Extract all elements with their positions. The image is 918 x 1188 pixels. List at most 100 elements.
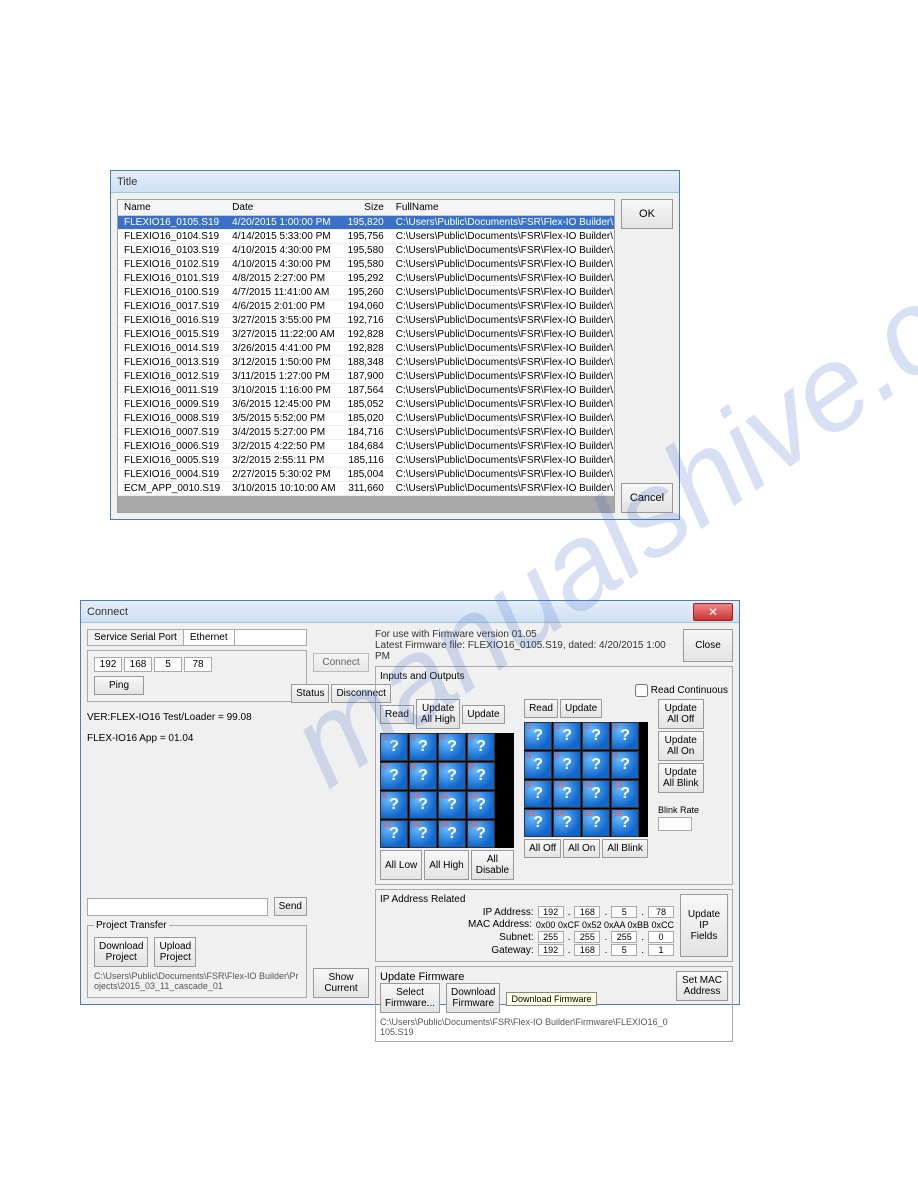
all-blink-button[interactable]: All Blink [602,839,648,858]
io-cell[interactable]: ? [611,809,639,837]
table-row[interactable]: FLEXIO16_0103.S194/10/2015 4:30:00 PM195… [118,244,615,258]
update-outputs-button[interactable]: Update [560,699,602,718]
table-row[interactable]: FLEXIO16_0014.S193/26/2015 4:41:00 PM192… [118,342,615,356]
read-inputs-button[interactable]: Read [380,705,414,724]
io-cell[interactable]: ? [582,809,610,837]
update-inputs-button[interactable]: Update [462,705,504,724]
io-cell[interactable]: ? [524,780,552,808]
io-cell[interactable]: ? [582,780,610,808]
read-outputs-button[interactable]: Read [524,699,558,718]
table-row[interactable]: FLEXIO16_0009.S193/6/2015 12:45:00 PM185… [118,398,615,412]
gateway-1[interactable] [538,944,564,956]
table-row[interactable]: FLEXIO16_0005.S193/2/2015 2:55:11 PM185,… [118,454,615,468]
all-disable-button[interactable]: All Disable [471,850,514,880]
ipaddr-2[interactable] [574,906,600,918]
update-all-off-button[interactable]: Update All Off [658,699,704,729]
ip-octet-4[interactable] [184,657,212,672]
table-row[interactable]: FLEXIO16_0004.S192/27/2015 5:30:02 PM185… [118,468,615,482]
outputs-grid[interactable]: ???????????????? [524,722,648,837]
io-cell[interactable]: ? [438,820,466,848]
close-icon[interactable]: ✕ [693,603,733,621]
io-cell[interactable]: ? [524,751,552,779]
io-cell[interactable]: ? [524,809,552,837]
io-cell[interactable]: ? [380,733,408,761]
io-cell[interactable]: ? [467,762,495,790]
table-row[interactable]: ECM_APP_0010.S193/10/2015 10:10:00 AM311… [118,482,615,496]
command-input[interactable] [87,898,268,916]
table-row[interactable]: FLEXIO16_0011.S193/10/2015 1:16:00 PM187… [118,384,615,398]
io-cell[interactable]: ? [467,733,495,761]
io-cell[interactable]: ? [409,820,437,848]
update-all-high-button[interactable]: Update All High [416,699,460,729]
upload-project-button[interactable]: Upload Project [154,937,196,967]
inputs-grid[interactable]: ???????????????? [380,733,514,848]
subnet-4[interactable] [648,931,674,943]
col-header-name[interactable]: Name [118,200,226,216]
ipaddr-1[interactable] [538,906,564,918]
table-row[interactable]: FLEXIO16_0105.S194/20/2015 1:00:00 PM195… [118,216,615,230]
subnet-1[interactable] [538,931,564,943]
table-row[interactable]: FLEXIO16_0102.S194/10/2015 4:30:00 PM195… [118,258,615,272]
update-all-blink-button[interactable]: Update All Blink [658,763,704,793]
table-row[interactable]: FLEXIO16_0016.S193/27/2015 3:55:00 PM192… [118,314,615,328]
col-header-date[interactable]: Date [226,200,341,216]
set-mac-button[interactable]: Set MAC Address [676,971,728,1001]
io-cell[interactable]: ? [582,751,610,779]
close-button[interactable]: Close [683,629,733,662]
table-row[interactable]: FLEXIO16_0006.S193/2/2015 4:22:50 PM184,… [118,440,615,454]
subnet-2[interactable] [574,931,600,943]
update-ip-fields-button[interactable]: Update IP Fields [680,894,728,957]
all-off-button[interactable]: All Off [524,839,561,858]
all-low-button[interactable]: All Low [380,850,422,880]
read-continuous-checkbox[interactable]: Read Continuous [635,684,728,697]
tab-serial[interactable]: Service Serial Port [88,630,184,645]
io-cell[interactable]: ? [409,791,437,819]
table-row[interactable]: FLEXIO16_0012.S193/11/2015 1:27:00 PM187… [118,370,615,384]
io-cell[interactable]: ? [380,762,408,790]
send-button[interactable]: Send [274,897,307,916]
io-cell[interactable]: ? [438,733,466,761]
select-firmware-button[interactable]: Select Firmware... [380,983,440,1013]
table-row[interactable]: FLEXIO16_0007.S193/4/2015 5:27:00 PM184,… [118,426,615,440]
ipaddr-4[interactable] [648,906,674,918]
ping-button[interactable]: Ping [94,676,144,695]
ok-button[interactable]: OK [621,199,673,229]
ip-octet-1[interactable] [94,657,122,672]
ip-octet-2[interactable] [124,657,152,672]
ipaddr-3[interactable] [611,906,637,918]
gateway-2[interactable] [574,944,600,956]
col-header-size[interactable]: Size [342,200,390,216]
table-row[interactable]: FLEXIO16_0015.S193/27/2015 11:22:00 AM19… [118,328,615,342]
table-row[interactable]: FLEXIO16_0008.S193/5/2015 5:52:00 PM185,… [118,412,615,426]
download-project-button[interactable]: Download Project [94,937,148,967]
subnet-3[interactable] [611,931,637,943]
table-row[interactable]: FLEXIO16_0104.S194/14/2015 5:33:00 PM195… [118,230,615,244]
io-cell[interactable]: ? [380,791,408,819]
io-cell[interactable]: ? [553,780,581,808]
file-table[interactable]: Name Date Size FullName FLEXIO16_0105.S1… [117,199,615,513]
table-row[interactable]: FLEXIO16_0017.S194/6/2015 2:01:00 PM194,… [118,300,615,314]
io-cell[interactable]: ? [438,791,466,819]
update-all-on-button[interactable]: Update All On [658,731,704,761]
io-cell[interactable]: ? [553,751,581,779]
table-row[interactable]: FLEXIO16_0101.S194/8/2015 2:27:00 PM195,… [118,272,615,286]
io-cell[interactable]: ? [611,751,639,779]
io-cell[interactable]: ? [467,820,495,848]
table-row[interactable]: FLEXIO16_0100.S194/7/2015 11:41:00 AM195… [118,286,615,300]
show-current-button[interactable]: Show Current [313,968,369,998]
col-header-fullname[interactable]: FullName [390,200,615,216]
blink-rate-input[interactable] [658,817,692,831]
status-button[interactable]: Status [291,684,329,703]
io-cell[interactable]: ? [467,791,495,819]
io-cell[interactable]: ? [524,722,552,750]
all-on-button[interactable]: All On [563,839,600,858]
ip-octet-3[interactable] [154,657,182,672]
all-high-button[interactable]: All High [424,850,468,880]
gateway-4[interactable] [648,944,674,956]
tab-ethernet[interactable]: Ethernet [184,630,235,645]
io-cell[interactable]: ? [409,733,437,761]
io-cell[interactable]: ? [611,780,639,808]
io-cell[interactable]: ? [438,762,466,790]
io-cell[interactable]: ? [611,722,639,750]
io-cell[interactable]: ? [582,722,610,750]
